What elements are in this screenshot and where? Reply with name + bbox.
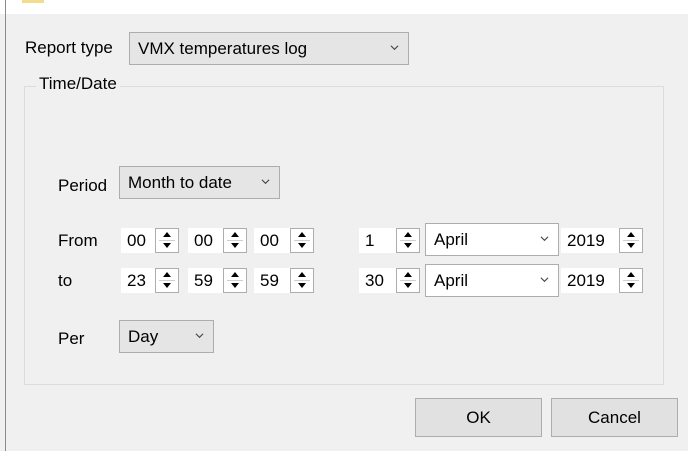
from-second-spinner[interactable]: 00 [254,228,314,253]
spin-down-icon[interactable] [627,283,635,288]
spin-down-icon[interactable] [231,243,239,248]
spin-down-icon[interactable] [627,243,635,248]
from-month-value: April [434,230,469,249]
time-date-group-title: Time/Date [36,74,120,94]
spin-up-icon[interactable] [231,232,239,237]
spin-down-icon[interactable] [231,283,239,288]
to-day-spin-buttons[interactable] [396,268,420,293]
from-hour-value[interactable]: 00 [121,228,157,253]
from-month-select[interactable]: April [425,223,559,256]
period-select[interactable]: Month to date [119,166,280,199]
to-hour-spinner[interactable]: 23 [121,268,179,293]
cancel-button[interactable]: Cancel [551,398,678,437]
spin-up-icon[interactable] [404,232,412,237]
spin-up-icon[interactable] [404,272,412,277]
spin-down-icon[interactable] [163,243,171,248]
window-edge [5,0,6,451]
from-label: From [58,231,98,250]
to-second-spin-buttons[interactable] [290,268,314,293]
spin-up-icon[interactable] [627,272,635,277]
report-type-select[interactable]: VMX temperatures log [129,32,409,65]
from-year-value[interactable]: 2019 [561,228,621,253]
to-year-spinner[interactable]: 2019 [561,268,643,293]
spin-down-icon[interactable] [298,283,306,288]
app-icon [22,0,44,3]
to-minute-spinner[interactable]: 59 [188,268,247,293]
to-second-spinner[interactable]: 59 [254,268,314,293]
per-select[interactable]: Day [119,320,214,353]
title-bar-strip [0,0,688,14]
spin-up-icon[interactable] [163,232,171,237]
report-type-label: Report type [25,38,113,57]
to-year-spin-buttons[interactable] [619,268,643,293]
per-label: Per [58,329,85,348]
report-type-value: VMX temperatures log [138,39,308,58]
from-minute-spinner[interactable]: 00 [188,228,247,253]
from-day-value[interactable]: 1 [359,228,398,253]
spin-down-icon[interactable] [163,283,171,288]
period-value: Month to date [128,173,232,192]
from-day-spin-buttons[interactable] [396,228,420,253]
spin-down-icon[interactable] [298,243,306,248]
chevron-down-icon [195,333,204,339]
from-day-spinner[interactable]: 1 [359,228,420,253]
spin-up-icon[interactable] [231,272,239,277]
period-label: Period [58,176,108,195]
from-year-spinner[interactable]: 2019 [561,228,643,253]
to-second-value[interactable]: 59 [254,268,292,293]
chevron-down-icon [261,179,270,185]
spin-down-icon[interactable] [404,243,412,248]
spin-up-icon[interactable] [298,232,306,237]
from-hour-spin-buttons[interactable] [155,228,179,253]
to-month-value: April [434,271,469,290]
to-hour-spin-buttons[interactable] [155,268,179,293]
to-minute-spin-buttons[interactable] [223,268,247,293]
to-month-select[interactable]: April [425,264,559,297]
per-value: Day [128,327,159,346]
chevron-down-icon [390,45,399,51]
chevron-down-icon [540,277,549,283]
from-hour-spinner[interactable]: 00 [121,228,179,253]
to-minute-value[interactable]: 59 [188,268,225,293]
to-day-value[interactable]: 30 [359,268,398,293]
from-second-spin-buttons[interactable] [290,228,314,253]
to-hour-value[interactable]: 23 [121,268,157,293]
to-label: to [58,271,73,290]
from-second-value[interactable]: 00 [254,228,292,253]
spin-down-icon[interactable] [404,283,412,288]
from-year-spin-buttons[interactable] [619,228,643,253]
from-minute-spin-buttons[interactable] [223,228,247,253]
spin-up-icon[interactable] [627,232,635,237]
from-minute-value[interactable]: 00 [188,228,225,253]
chevron-down-icon [540,236,549,242]
to-day-spinner[interactable]: 30 [359,268,420,293]
to-year-value[interactable]: 2019 [561,268,621,293]
spin-up-icon[interactable] [163,272,171,277]
spin-up-icon[interactable] [298,272,306,277]
ok-button[interactable]: OK [415,398,542,437]
